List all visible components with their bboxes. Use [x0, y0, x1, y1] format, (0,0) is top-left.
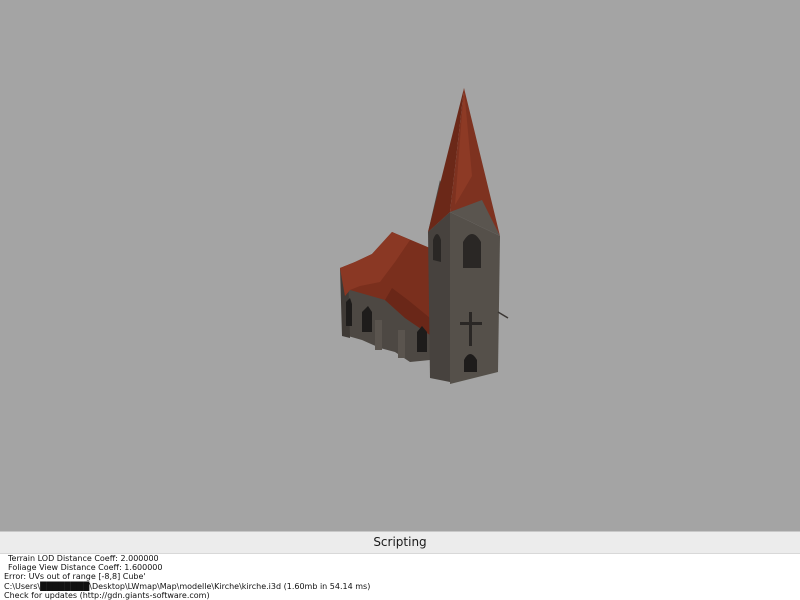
tower-window-front — [463, 234, 481, 268]
console-line: Foliage View Distance Coeff: 1.600000 — [8, 563, 163, 573]
console-line: Error: UVs out of range [-8,8] Cube' — [4, 572, 146, 582]
tower-rod — [497, 311, 509, 319]
scripting-panel-title: Scripting — [373, 535, 427, 549]
console-line: Terrain LOD Distance Coeff: 2.000000 — [8, 554, 159, 563]
console-line: Check for updates (http://gdn.giants-sof… — [4, 590, 210, 600]
church-model — [340, 88, 509, 384]
cross-horizontal — [460, 322, 482, 325]
scripting-panel-header[interactable]: Scripting — [0, 531, 800, 554]
nave-window-2 — [346, 298, 352, 326]
console-line: C:\Users\████████\Desktop\LWmap\Map\mode… — [4, 581, 371, 591]
cross-vertical — [469, 312, 472, 346]
console-output[interactable]: Terrain LOD Distance Coeff: 2.000000 Fol… — [0, 554, 800, 600]
3d-viewport[interactable] — [0, 0, 800, 531]
buttress-1 — [375, 320, 382, 350]
buttress-2 — [398, 330, 405, 358]
tower-window-left — [433, 234, 441, 262]
giants-editor-window: Scripting Terrain LOD Distance Coeff: 2.… — [0, 0, 800, 600]
